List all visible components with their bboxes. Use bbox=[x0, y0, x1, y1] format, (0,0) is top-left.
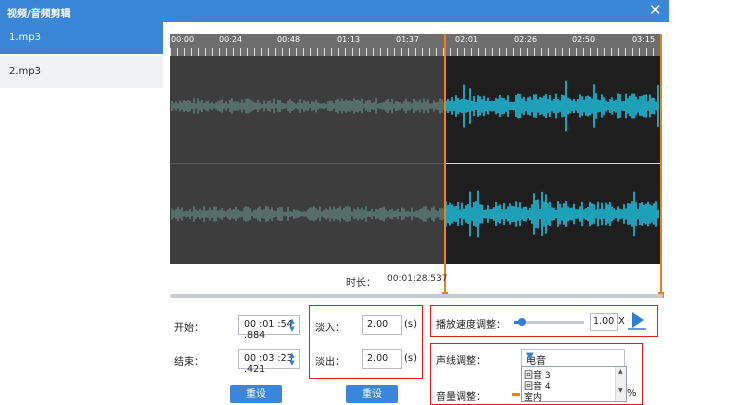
file-item-label: 1.mp3 bbox=[9, 32, 41, 43]
end-time-input[interactable]: 00 :03 :23 .421 ▲ ▼ bbox=[238, 349, 300, 375]
chevron-up-icon[interactable]: ▲ bbox=[618, 368, 623, 375]
reset-trim-button[interactable]: 重设 bbox=[230, 385, 282, 403]
volume-slider[interactable] bbox=[512, 393, 520, 396]
file-list: 1.mp3 2.mp3 bbox=[0, 22, 164, 400]
duration-label: 时长： bbox=[346, 278, 376, 289]
tick-label: 00:24 bbox=[219, 35, 243, 44]
fade-in-unit: (s) bbox=[404, 319, 418, 330]
fade-out-label: 淡出： bbox=[315, 357, 345, 368]
tick-label: 00:00 bbox=[171, 35, 195, 44]
tick-label: 01:37 bbox=[396, 35, 420, 44]
file-item-2[interactable]: 2.mp3 bbox=[0, 56, 163, 88]
start-time-input[interactable]: 00 :01 :54 .884 ▲ ▼ bbox=[238, 315, 300, 341]
chevron-down-icon[interactable]: ▼ bbox=[618, 387, 623, 394]
window-title: 视频/音频剪辑 bbox=[7, 9, 71, 20]
stepper-icon[interactable]: ▲ ▼ bbox=[287, 317, 297, 333]
file-item-1[interactable]: 1.mp3 bbox=[0, 22, 163, 54]
waveform-unselected bbox=[171, 98, 445, 222]
file-item-label: 2.mp3 bbox=[9, 66, 41, 77]
dropdown-scrollbar[interactable]: ▲ ▼ bbox=[615, 367, 626, 401]
tick-marks bbox=[170, 48, 661, 56]
volume-unit: % bbox=[627, 388, 637, 399]
fade-out-value: 2.00 bbox=[367, 353, 389, 364]
fade-in-label: 淡入： bbox=[315, 323, 345, 334]
tick-label: 01:13 bbox=[337, 35, 361, 44]
background-area bbox=[669, 0, 750, 400]
waveform bbox=[171, 80, 659, 238]
chevron-down-icon: ▼ bbox=[526, 351, 534, 362]
timeline-ruler[interactable]: 00:00 00:24 00:48 01:13 01:37 02:01 02:2… bbox=[170, 34, 661, 56]
voice-option[interactable]: 室内 bbox=[524, 390, 542, 401]
voice-label: 声线调整： bbox=[436, 356, 486, 367]
voice-select[interactable]: 电音 ▼ bbox=[521, 349, 625, 367]
fade-in-input[interactable]: 2.00 bbox=[362, 315, 402, 335]
fade-in-value: 2.00 bbox=[367, 319, 389, 330]
fade-out-unit: (s) bbox=[404, 353, 418, 364]
tick-label: 03:15 bbox=[632, 35, 656, 44]
timeline-scrollbar[interactable] bbox=[170, 294, 663, 298]
waveform-selected bbox=[445, 80, 659, 238]
close-icon[interactable]: ✕ bbox=[649, 1, 662, 19]
end-label: 结束： bbox=[174, 357, 204, 368]
end-marker[interactable] bbox=[660, 34, 662, 296]
title-bar: 视频/音频剪辑 ✕ bbox=[0, 0, 669, 22]
reset-fade-button[interactable]: 重设 bbox=[346, 385, 398, 403]
start-marker[interactable] bbox=[444, 34, 446, 296]
fade-out-input[interactable]: 2.00 bbox=[362, 349, 402, 369]
start-label: 开始： bbox=[174, 323, 204, 334]
speed-value: 1.00 bbox=[593, 316, 615, 327]
tick-label: 00:48 bbox=[277, 35, 301, 44]
tick-label: 02:26 bbox=[514, 35, 538, 44]
tick-label: 02:50 bbox=[572, 35, 596, 44]
speed-label: 播放速度调整： bbox=[436, 320, 506, 331]
play-preview-icon[interactable] bbox=[627, 310, 647, 330]
speed-input[interactable]: 1.00 bbox=[590, 313, 618, 331]
voice-dropdown: 回音 3 回音 4 室内 ▲ ▼ bbox=[521, 366, 627, 402]
tick-label: 02:01 bbox=[455, 35, 479, 44]
stepper-icon[interactable]: ▲ ▼ bbox=[287, 351, 297, 367]
volume-label: 音量调整： bbox=[436, 392, 486, 403]
duration-value: 00:01:28.537 bbox=[387, 274, 448, 284]
speed-unit: X bbox=[618, 316, 625, 327]
speed-slider-knob[interactable] bbox=[518, 318, 526, 326]
